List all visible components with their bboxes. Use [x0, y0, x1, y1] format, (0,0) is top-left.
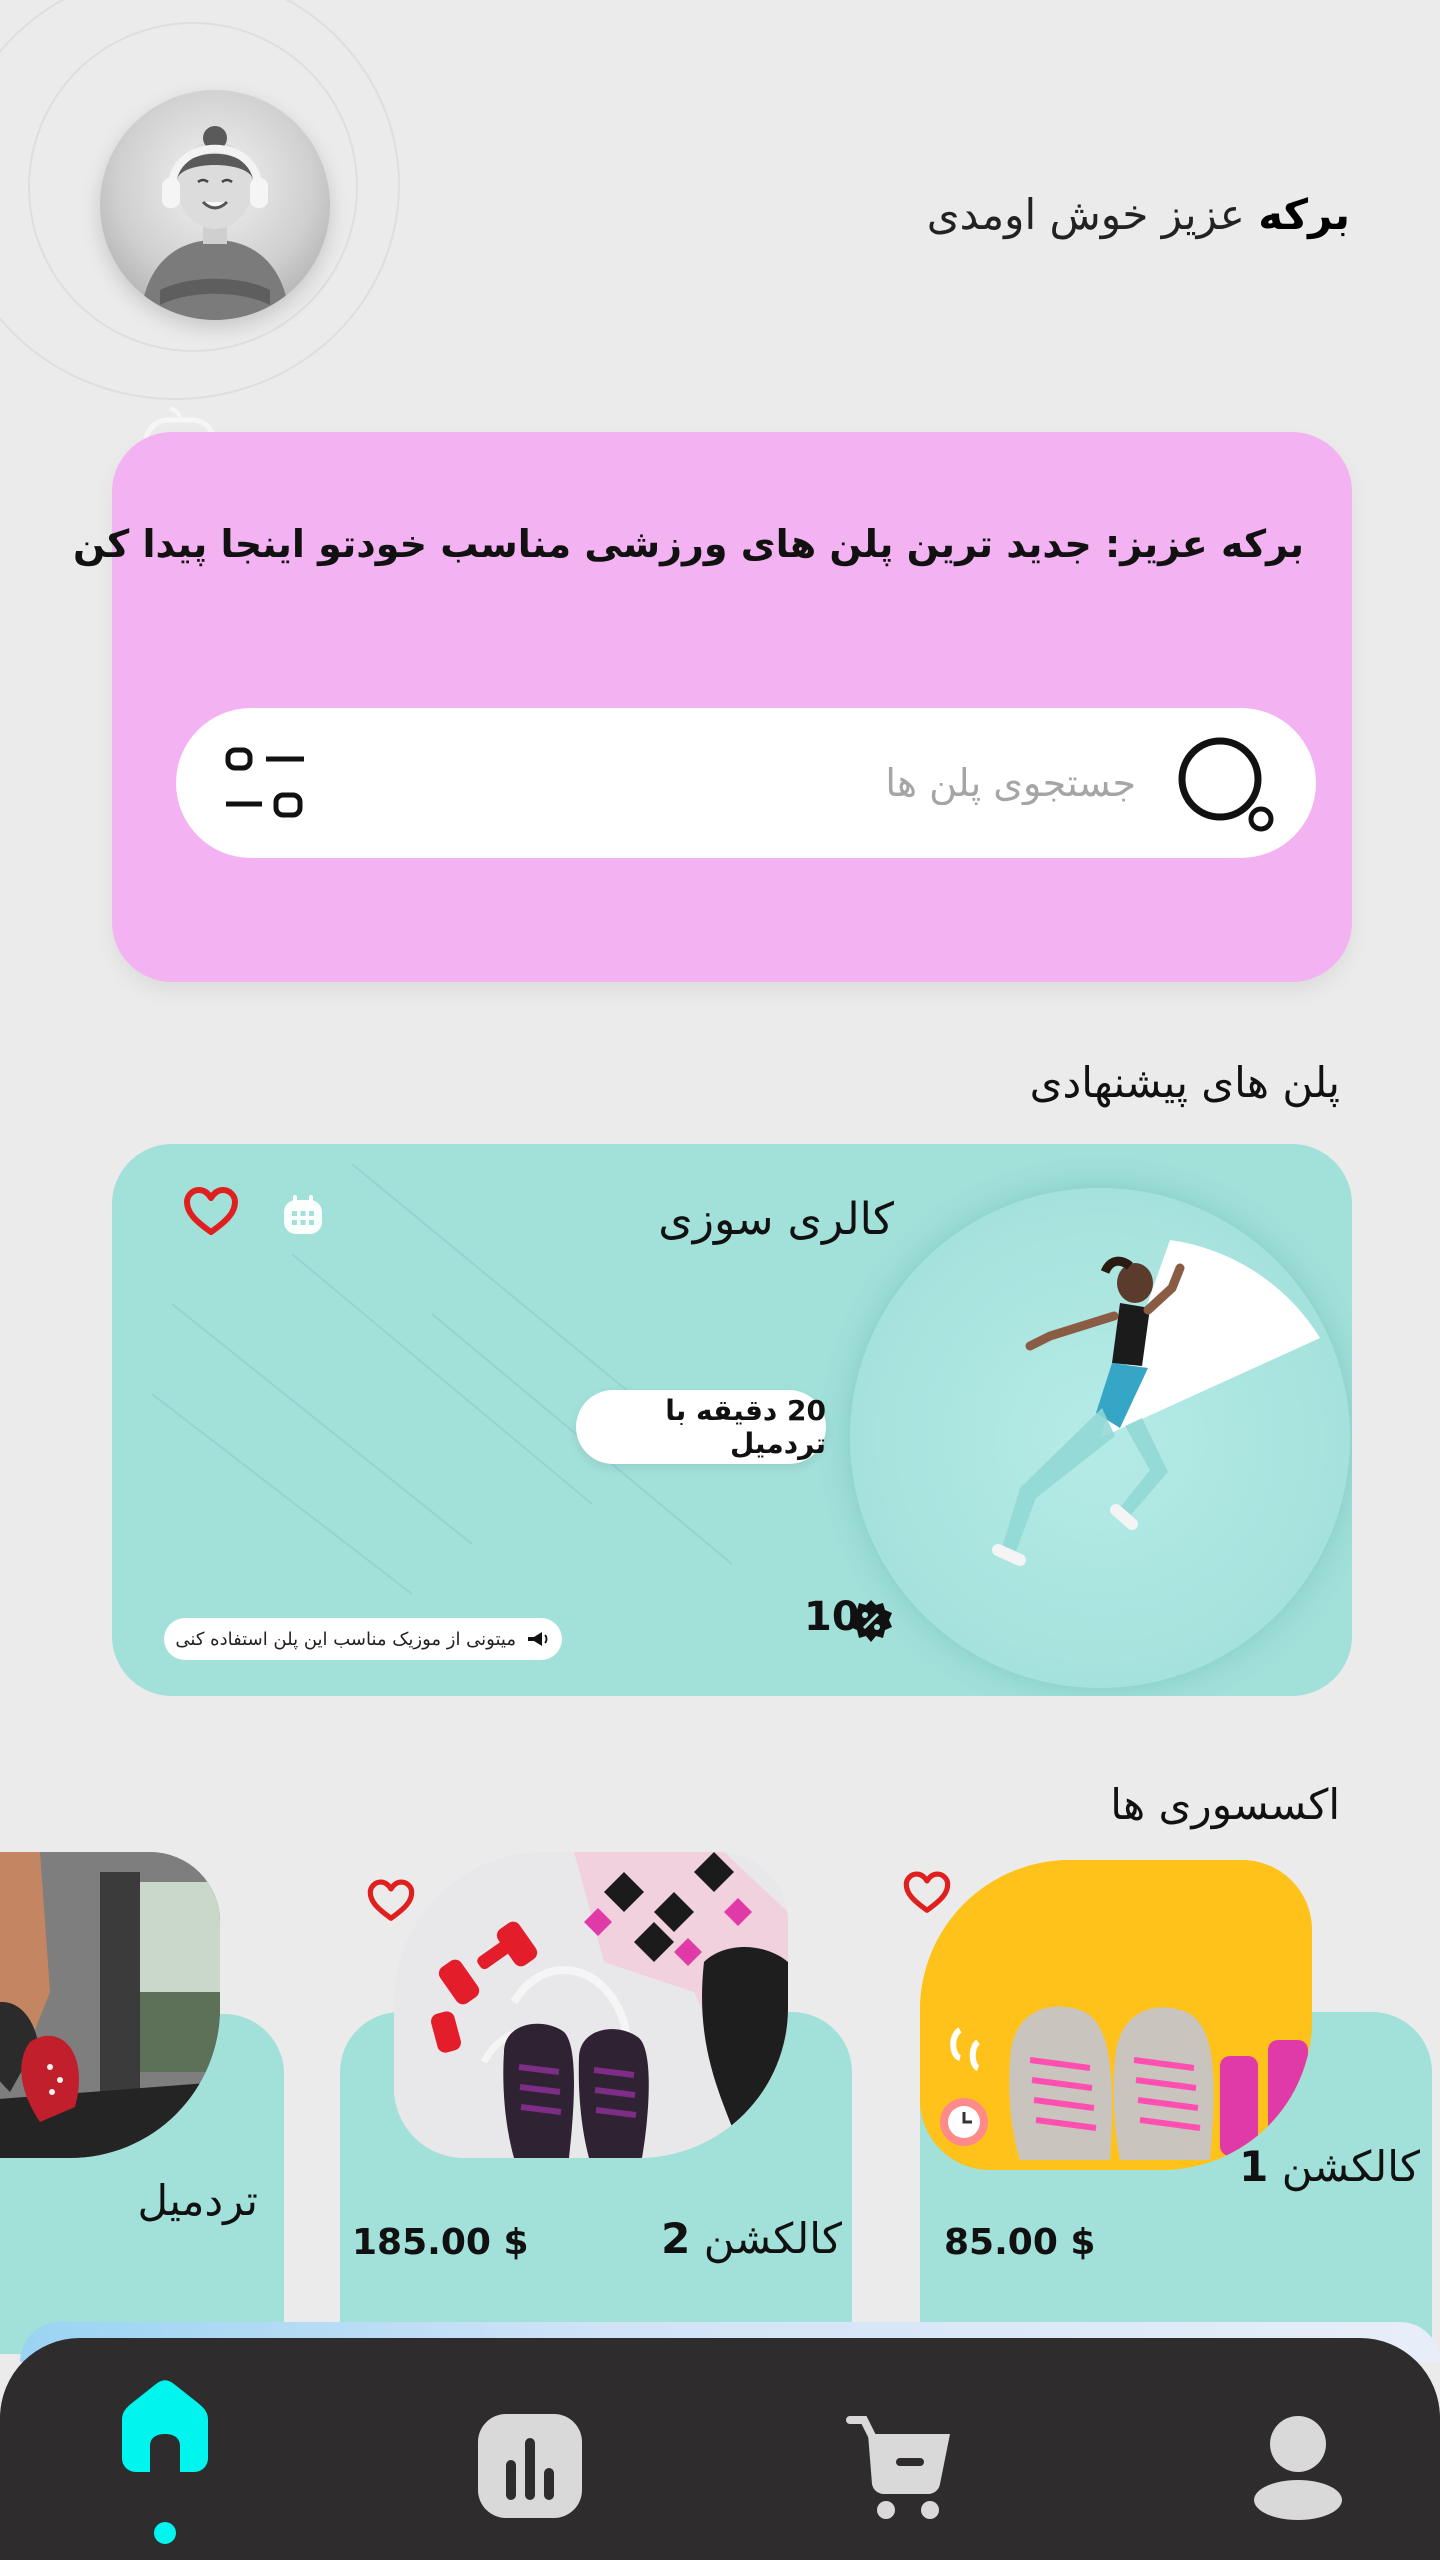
hero-title: برکه عزیز: جدید ترین پلن های ورزشی مناسب… — [73, 522, 1304, 566]
accessory-name-2-number: 2 — [661, 2214, 691, 2263]
heart-icon[interactable] — [902, 1870, 952, 1916]
hero-title-name: برکه عزیز: — [1091, 522, 1304, 566]
greeting-text: برکه عزیز خوش اومدی — [927, 190, 1350, 239]
nav-active-indicator — [154, 2522, 176, 2544]
discount-badge-icon — [850, 1600, 892, 1642]
plan-duration-badge: 20 دقیقه با تردمیل — [576, 1390, 826, 1464]
plan-image-circle — [850, 1188, 1350, 1688]
stats-icon[interactable] — [476, 2412, 584, 2520]
plan-count: 10 — [804, 1594, 892, 1642]
accessory-name-1: کالکشن 1 — [1239, 2142, 1420, 2191]
music-hint-pill[interactable]: میتونی از موزیک مناسب این پلن استفاده کن… — [164, 1618, 562, 1660]
accessory-image-1 — [920, 1860, 1312, 2170]
accessory-price-2: 185.00 $ — [352, 2222, 529, 2263]
heart-icon[interactable] — [182, 1186, 240, 1238]
calendar-icon[interactable] — [280, 1192, 326, 1238]
search-input[interactable] — [436, 748, 1136, 818]
gym-kit-illustration — [394, 1852, 788, 2158]
runner-illustration — [992, 1240, 1320, 1566]
accessory-price-1: 85.00 $ — [944, 2222, 1096, 2263]
hero-banner: برکه عزیز: جدید ترین پلن های ورزشی مناسب… — [73, 432, 1352, 982]
search-bar — [176, 708, 1316, 858]
accessories-title: اکسسوری ها — [1110, 1780, 1340, 1829]
avatar-photo — [140, 126, 290, 320]
accessory-name-1-label: کالکشن — [1281, 2142, 1420, 2191]
accessory-name-2-label: کالکشن — [703, 2214, 842, 2263]
suggested-plans-title: پلن های پیشنهادی — [1029, 1058, 1340, 1107]
avatar[interactable] — [100, 90, 330, 320]
plan-title: کالری سوزی — [658, 1194, 894, 1245]
home-icon[interactable] — [112, 2372, 218, 2478]
search-icon[interactable] — [1176, 733, 1276, 833]
hero-title-message: جدید ترین پلن های ورزشی مناسب خودتو اینج… — [72, 522, 1092, 566]
plan-card[interactable]: کالری سوزی 20 دقیقه با تردمیل 10 میتونی … — [112, 1144, 1352, 1696]
music-hint-text: میتونی از موزیک مناسب این پلن استفاده کن… — [175, 1628, 516, 1650]
speaker-icon — [528, 1632, 548, 1646]
accessory-image-2 — [394, 1852, 788, 2158]
accessory-name-2: کالکشن 2 — [661, 2214, 842, 2263]
filter-icon[interactable] — [220, 740, 310, 830]
cart-icon[interactable] — [846, 2412, 956, 2520]
shoes-illustration — [920, 1860, 1312, 2170]
greeting-message: عزیز خوش اومدی — [926, 190, 1259, 239]
greeting-user-name: برکه — [1258, 190, 1350, 239]
heart-icon[interactable] — [366, 1878, 416, 1924]
profile-icon[interactable] — [1252, 2414, 1344, 2520]
accessory-name-3: تردمیل — [137, 2176, 258, 2225]
accessory-name-1-number: 1 — [1239, 2142, 1269, 2191]
